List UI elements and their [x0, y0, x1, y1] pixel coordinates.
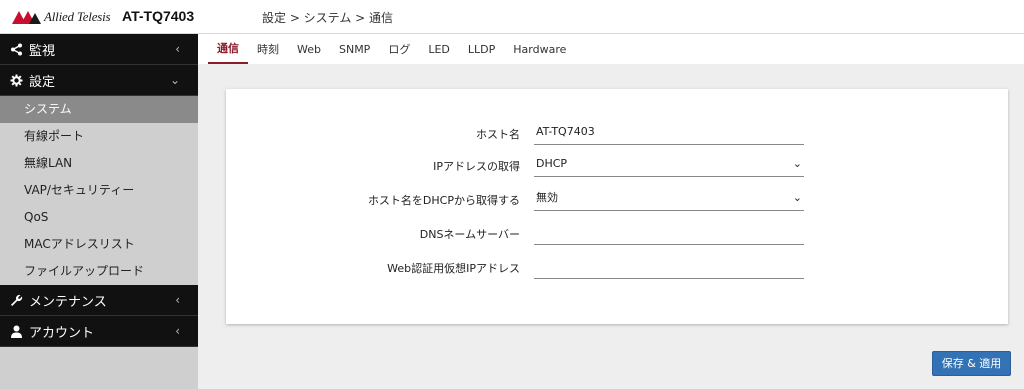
settings-tabs: 通信 時刻 Web SNMP ログ LED LLDP Hardware: [198, 34, 1024, 64]
logo-text: Allied Telesis: [44, 9, 111, 24]
chevron-down-icon: ⌄: [792, 157, 802, 170]
sidebar-group-label: メンテナンス: [29, 294, 107, 310]
breadcrumb: 設定 > システム > 通信: [262, 11, 394, 25]
allied-telesis-logo: Allied Telesis: [12, 9, 111, 25]
top-header: Allied Telesis AT-TQ7403 設定 > システム > 通信: [0, 0, 1024, 34]
web-auth-ip-input[interactable]: [534, 255, 804, 279]
web-auth-ip-row: Web認証用仮想IPアドレス: [226, 255, 1008, 281]
tab-hardware[interactable]: Hardware: [504, 34, 575, 64]
dns-row: DNSネームサーバー: [226, 221, 1008, 247]
settings-panel: ホスト名 AT-TQ7403 IPアドレスの取得 DHCP ⌄ ホスト名をDHC…: [226, 89, 1008, 324]
sidebar-item-file-upload[interactable]: ファイルアップロード: [0, 258, 198, 285]
tab-communication[interactable]: 通信: [208, 34, 248, 64]
sidebar-item-vap-security[interactable]: VAP/セキュリティー: [0, 177, 198, 204]
sidebar-item-wireless-lan[interactable]: 無線LAN: [0, 150, 198, 177]
web-auth-ip-label: Web認証用仮想IPアドレス: [387, 262, 520, 275]
tab-lldp[interactable]: LLDP: [459, 34, 504, 64]
ip-acquire-value: DHCP: [536, 157, 568, 170]
sidebar-group-monitor[interactable]: 監視 ‹: [0, 34, 198, 65]
logo-mark-icon: [12, 10, 42, 24]
user-icon: [9, 324, 23, 338]
sidebar-item-mac-address-list[interactable]: MACアドレスリスト: [0, 231, 198, 258]
hostname-dhcp-label: ホスト名をDHCPから取得する: [367, 194, 520, 207]
device-model: AT-TQ7403: [122, 8, 195, 24]
sidebar-group-maintenance[interactable]: メンテナンス ‹: [0, 285, 198, 316]
hostname-label: ホスト名: [476, 128, 520, 141]
tab-log[interactable]: ログ: [379, 34, 419, 64]
dns-label: DNSネームサーバー: [419, 228, 520, 241]
gear-icon: [9, 73, 23, 87]
hostname-input[interactable]: AT-TQ7403: [534, 121, 804, 145]
chevron-down-icon: ⌄: [792, 191, 802, 204]
tab-led[interactable]: LED: [419, 34, 459, 64]
sidebar-item-qos[interactable]: QoS: [0, 204, 198, 231]
tab-web[interactable]: Web: [288, 34, 330, 64]
wrench-icon: [9, 293, 23, 307]
chevron-down-icon: ⌄: [169, 73, 180, 87]
tab-time[interactable]: 時刻: [248, 34, 288, 64]
dns-input[interactable]: [534, 221, 804, 245]
ip-acquire-select[interactable]: DHCP ⌄: [534, 153, 804, 177]
sidebar-group-account[interactable]: アカウント ‹: [0, 316, 198, 347]
hostname-dhcp-row: ホスト名をDHCPから取得する 無効 ⌄: [226, 187, 1008, 213]
hostname-row: ホスト名 AT-TQ7403: [226, 121, 1008, 147]
sidebar-group-label: 設定: [29, 74, 56, 90]
sidebar-group-settings[interactable]: 設定 ⌄: [0, 65, 198, 96]
sidebar-item-wired-port[interactable]: 有線ポート: [0, 123, 198, 150]
save-apply-button[interactable]: 保存 & 適用: [932, 351, 1011, 376]
sidebar-item-system[interactable]: システム: [0, 96, 198, 123]
tab-snmp[interactable]: SNMP: [330, 34, 379, 64]
ip-acquire-label: IPアドレスの取得: [433, 160, 520, 173]
share-icon: [9, 42, 23, 56]
sidebar: 監視 ‹ 設定 ⌄ システム 有線ポート 無線LAN VAP/セキュリティー Q…: [0, 34, 198, 389]
chevron-left-icon: ‹: [175, 293, 180, 307]
chevron-left-icon: ‹: [175, 324, 180, 338]
sidebar-group-label: 監視: [29, 43, 56, 59]
chevron-left-icon: ‹: [175, 42, 180, 56]
sidebar-group-label: アカウント: [29, 325, 95, 341]
hostname-dhcp-select[interactable]: 無効 ⌄: [534, 187, 804, 211]
hostname-dhcp-value: 無効: [536, 191, 558, 204]
ip-acquire-row: IPアドレスの取得 DHCP ⌄: [226, 153, 1008, 179]
